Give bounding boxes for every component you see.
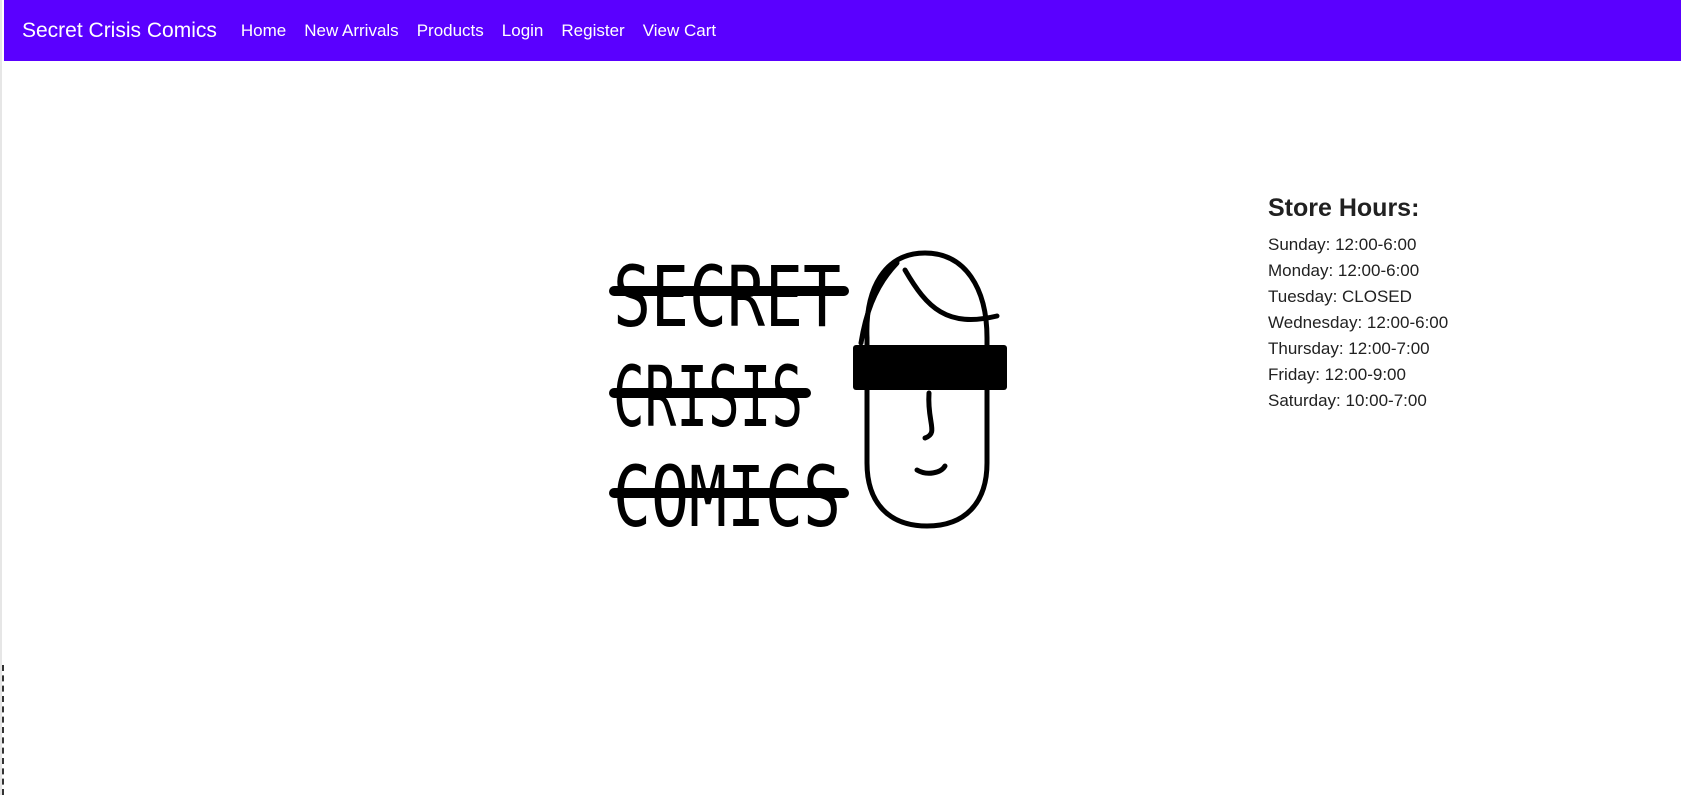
store-logo: SECRET CRISIS COMICS (607, 248, 1007, 546)
nav-link-register[interactable]: Register (561, 21, 624, 41)
nav-link-view-cart[interactable]: View Cart (643, 21, 716, 41)
store-hours-list: Sunday: 12:00-6:00 Monday: 12:00-6:00 Tu… (1268, 232, 1568, 414)
hours-sunday: Sunday: 12:00-6:00 (1268, 235, 1417, 254)
top-navbar: Secret Crisis Comics Home New Arrivals P… (4, 0, 1681, 61)
store-hours-title: Store Hours: (1268, 194, 1420, 222)
left-edge-dashed-line (2, 665, 4, 795)
hours-tuesday: Tuesday: CLOSED (1268, 287, 1412, 306)
hours-friday: Friday: 12:00-9:00 (1268, 365, 1406, 384)
store-hours-panel: Store Hours: Sunday: 12:00-6:00 Monday: … (1268, 194, 1568, 414)
hours-wednesday: Wednesday: 12:00-6:00 (1268, 313, 1449, 332)
brand-link[interactable]: Secret Crisis Comics (22, 19, 217, 43)
nav-links: Home New Arrivals Products Login Registe… (241, 21, 734, 41)
hours-monday: Monday: 12:00-6:00 (1268, 261, 1420, 280)
page: Secret Crisis Comics Home New Arrivals P… (0, 0, 1681, 795)
nav-link-products[interactable]: Products (417, 21, 484, 41)
logo-word-secret: SECRET (613, 248, 841, 346)
nav-link-new-arrivals[interactable]: New Arrivals (304, 21, 398, 41)
hours-saturday: Saturday: 10:00-7:00 (1268, 391, 1427, 410)
nav-link-login[interactable]: Login (502, 21, 544, 41)
mask-bar (853, 345, 1007, 390)
hours-thursday: Thursday: 12:00-7:00 (1268, 339, 1430, 358)
nav-link-home[interactable]: Home (241, 21, 286, 41)
